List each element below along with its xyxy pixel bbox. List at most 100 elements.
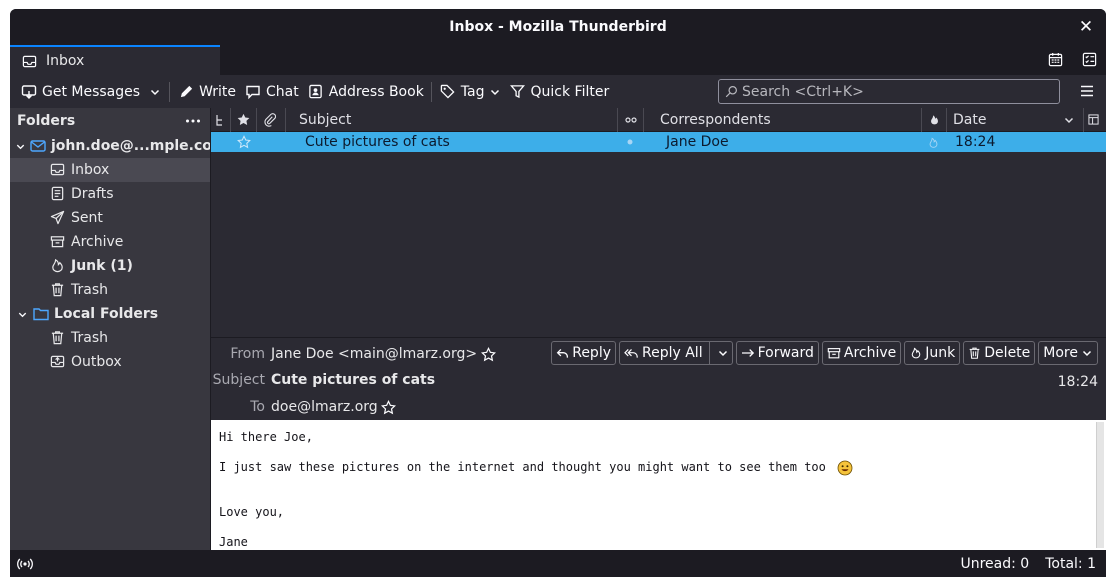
junk-icon: [50, 258, 66, 274]
tab-inbox[interactable]: Inbox: [10, 45, 220, 75]
folder-label: Inbox: [71, 162, 110, 178]
body-paragraph: I just saw these pictures on the interne…: [219, 459, 1098, 476]
folder-label: Trash: [71, 330, 108, 346]
row-date: 18:24: [955, 134, 996, 150]
column-picker-icon[interactable]: [1084, 108, 1106, 132]
body-line: Love you,: [219, 505, 285, 519]
reply-button[interactable]: Reply: [551, 341, 616, 365]
star-column-icon[interactable]: [231, 107, 257, 132]
folder-archive[interactable]: Archive: [10, 230, 210, 254]
online-status-icon[interactable]: [16, 555, 34, 573]
subject-row: Subject Cute pictures of cats: [211, 372, 435, 388]
message-body: Hi there Joe, I just saw these pictures …: [211, 420, 1106, 550]
archive-icon: [827, 344, 841, 362]
junk-column-icon[interactable]: [922, 107, 947, 132]
mail-account-icon: [30, 138, 46, 154]
calendar-icon[interactable]: [1046, 50, 1064, 68]
local-folder-trash[interactable]: Trash: [10, 326, 210, 350]
from-value[interactable]: Jane Doe <main@lmarz.org>: [271, 346, 477, 362]
more-options-icon[interactable]: [184, 112, 202, 130]
quick-filter-button[interactable]: Quick Filter: [505, 79, 614, 105]
delete-button[interactable]: Delete: [963, 341, 1036, 365]
outbox-icon: [50, 354, 66, 370]
get-messages-dropdown[interactable]: [144, 79, 166, 105]
to-value[interactable]: doe@lmarz.org: [271, 399, 378, 415]
window-title: Inbox - Mozilla Thunderbird: [449, 19, 667, 35]
star-icon[interactable]: [479, 345, 497, 363]
chevron-down-icon[interactable]: [716, 344, 730, 362]
unread-dot-icon[interactable]: [618, 132, 644, 152]
reply-label: Reply: [572, 345, 611, 361]
junk-label: Junk: [925, 345, 956, 361]
local-folders-row[interactable]: Local Folders: [10, 302, 210, 326]
toolbar-separator: [430, 81, 432, 102]
reply-all-button[interactable]: Reply All: [619, 341, 733, 365]
trash-icon: [50, 282, 66, 298]
attachment-column-icon[interactable]: [257, 107, 286, 132]
message-time: 18:24: [1057, 374, 1098, 390]
chat-button[interactable]: Chat: [240, 79, 303, 105]
chat-label: Chat: [266, 83, 299, 100]
total-count: Total: 1: [1045, 555, 1096, 572]
archive-button[interactable]: Archive: [821, 341, 902, 365]
row-subject: Cute pictures of cats: [305, 134, 450, 150]
address-book-button[interactable]: Address Book: [303, 79, 428, 105]
from-label: From: [230, 346, 265, 362]
junk-button[interactable]: Junk: [904, 341, 961, 365]
get-messages-button[interactable]: Get Messages: [16, 79, 144, 105]
forward-label: Forward: [757, 345, 814, 361]
tag-icon: [439, 83, 457, 101]
search-placeholder: Search <Ctrl+K>: [742, 83, 864, 100]
body-line: I just saw these pictures on the interne…: [219, 460, 826, 474]
close-icon[interactable]: ✕: [1074, 15, 1098, 39]
chevron-down-icon: [146, 83, 164, 101]
hamburger-menu-icon[interactable]: [1078, 82, 1096, 100]
column-date-label: Date: [953, 111, 987, 128]
search-icon: [725, 83, 738, 101]
folder-trash[interactable]: Trash: [10, 278, 210, 302]
sort-chevron-icon: [1064, 117, 1074, 123]
reply-all-label: Reply All: [642, 345, 703, 361]
tasks-icon[interactable]: [1080, 50, 1098, 68]
body-scrollbar[interactable]: [1096, 422, 1104, 548]
column-date[interactable]: Date: [947, 107, 1084, 132]
quick-filter-label: Quick Filter: [530, 83, 610, 100]
tag-label: Tag: [460, 83, 485, 100]
local-folder-outbox[interactable]: Outbox: [10, 350, 210, 374]
chevron-down-icon[interactable]: [15, 309, 29, 320]
tag-button[interactable]: Tag: [435, 79, 505, 105]
subject-label: Subject: [212, 372, 265, 388]
read-column-icon[interactable]: [618, 107, 644, 132]
folder-drafts[interactable]: Drafts: [10, 182, 210, 206]
account-row[interactable]: john.doe@...mple.com: [10, 134, 210, 158]
more-label: More: [1043, 345, 1078, 361]
column-subject[interactable]: Subject: [286, 107, 618, 132]
star-toggle-icon[interactable]: [231, 132, 257, 152]
folder-label: Archive: [71, 234, 124, 250]
folder-label: Trash: [71, 282, 108, 298]
folder-label: Drafts: [71, 186, 114, 202]
search-input[interactable]: Search <Ctrl+K>: [718, 79, 1060, 104]
delete-label: Delete: [984, 345, 1031, 361]
split-divider: [708, 342, 710, 364]
more-button[interactable]: More: [1038, 341, 1098, 365]
star-icon[interactable]: [380, 398, 398, 416]
table-row[interactable]: Cute pictures of cats Jane Doe 18:24: [211, 132, 1106, 152]
forward-button[interactable]: Forward: [735, 341, 819, 365]
folder-sent[interactable]: Sent: [10, 206, 210, 230]
drafts-icon: [50, 186, 66, 202]
chevron-down-icon[interactable]: [15, 141, 26, 152]
folder-junk[interactable]: Junk (1): [10, 254, 210, 278]
to-label: To: [250, 399, 265, 415]
write-label: Write: [199, 83, 237, 100]
folder-label: Sent: [71, 210, 103, 226]
folder-inbox[interactable]: Inbox: [10, 158, 210, 182]
smiley-emoji-icon: [837, 460, 853, 476]
junk-toggle-icon[interactable]: [922, 132, 947, 152]
column-subject-label: Subject: [299, 111, 352, 128]
write-button[interactable]: Write: [173, 79, 240, 105]
chat-icon: [244, 83, 262, 101]
thread-column-icon[interactable]: [211, 107, 231, 132]
column-correspondents[interactable]: Correspondents: [644, 107, 922, 132]
title-bar: Inbox - Mozilla Thunderbird ✕: [10, 9, 1106, 45]
